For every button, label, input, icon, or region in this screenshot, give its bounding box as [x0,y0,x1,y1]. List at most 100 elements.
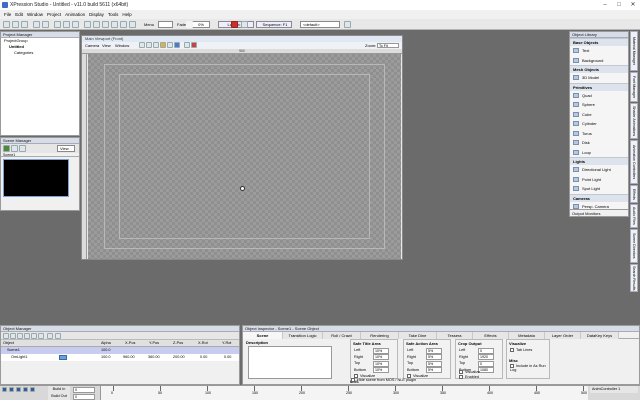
omni-light-icon[interactable] [240,186,245,191]
viewport-tool-6-icon[interactable] [174,42,180,48]
build-in-input[interactable]: 0 [73,387,95,393]
field-spinner[interactable]: 5% [426,354,442,360]
library-item[interactable]: Quad [570,90,628,100]
field-spinner[interactable]: 5% [426,360,442,367]
field-spinner[interactable]: 1920 [478,354,494,360]
om-col-zpos[interactable]: Z-Pos [173,340,183,347]
output-monitors-header[interactable]: Output Monitors [569,209,629,217]
library-item[interactable]: Background [570,55,628,65]
forward-icon[interactable] [16,387,21,392]
library-item[interactable]: Cube [570,109,628,119]
library-item[interactable]: Point Light [570,174,628,184]
field-spinner[interactable]: 10% [373,347,389,354]
maximize-icon[interactable]: □ [612,0,626,10]
play-icon[interactable] [2,387,7,392]
tree-item-categories[interactable]: Categories [4,50,79,56]
stop-icon[interactable] [241,21,248,28]
inspector-tab[interactable]: Effects [473,332,509,339]
om-col-ypos[interactable]: Y-Pos [149,340,159,347]
side-tab[interactable]: Font Manager [630,72,638,102]
library-item[interactable]: Spot Light [570,184,628,194]
inspector-tab[interactable]: Tessera [437,332,473,339]
minimize-icon[interactable]: – [598,0,612,10]
viewport-tool-4-icon[interactable] [160,42,166,48]
om-tool-2-icon[interactable] [10,333,16,339]
side-tab[interactable]: Animation Controllers [630,140,638,184]
inspector-tab[interactable]: Layer Order [545,332,581,339]
field-spinner[interactable]: 10% [373,367,389,373]
preset-icon[interactable] [344,21,351,28]
menu-item[interactable]: Window [27,12,43,17]
table-row[interactable]: Scene1 100.0 [1,347,239,354]
side-tab[interactable]: Shader Animations [630,103,638,139]
viewport-menu-view[interactable]: View [102,42,111,49]
field-spinner[interactable]: 5% [426,367,442,373]
inspector-tab[interactable]: DataKey Keys [581,332,619,339]
menu-item[interactable]: Display [89,12,104,17]
viewport-menu-camera[interactable]: Camera [85,42,99,49]
end-icon[interactable] [23,387,28,392]
scene-thumbnail[interactable] [3,159,69,197]
build-out-input[interactable]: 0 [73,394,95,400]
table-row[interactable]: OmLight1 100.0 960.00 360.00 200.00 0.00… [1,354,239,361]
field-spinner[interactable]: 5% [426,347,442,354]
view-select[interactable]: View [57,145,75,152]
build-out-tab[interactable]: Build Out [48,393,70,400]
mos-hide-row[interactable]: Hide scene from MOS / NLE plugin [351,377,416,383]
side-tab[interactable]: Scene Directors [630,229,638,263]
inspector-tab[interactable]: Rendering [361,332,399,339]
add-scene-icon[interactable] [3,145,10,152]
library-item[interactable]: Loop [570,147,628,157]
om-col-object[interactable]: Object [3,340,14,347]
field-spinner[interactable]: 10% [373,354,389,360]
library-item[interactable]: Directional Light [570,165,628,175]
field-spinner[interactable]: 10% [373,360,389,367]
om-col-yrot[interactable]: Y-Rot [222,340,231,347]
menu-item[interactable]: Edit [15,12,23,17]
om-tool-6-icon[interactable] [38,333,44,339]
build-in-tab[interactable]: Build In [48,386,70,393]
field-spinner[interactable]: 0 [478,347,494,354]
rewind-icon[interactable] [9,387,14,392]
om-col-xrot[interactable]: X-Rot [198,340,208,347]
record-icon[interactable] [231,21,238,28]
include-as-run[interactable]: Include in As Run Log [510,364,548,372]
om-tool-4-icon[interactable] [24,333,30,339]
checkbox-icon[interactable] [510,348,514,352]
field-spinner[interactable]: 0 [478,360,494,367]
timeline-ruler[interactable]: 0 50 100 150 200 250 300 350 400 450 500 [100,386,588,400]
library-item[interactable]: Cylinder [570,119,628,129]
description-textarea[interactable] [248,346,332,379]
default-select[interactable]: <default> [300,21,340,28]
library-category[interactable]: Mesh Objects [570,65,628,73]
library-item[interactable]: 3D Model [570,73,628,83]
inspector-tab[interactable]: Metadata [509,332,545,339]
scene-name[interactable]: Scene1 [1,153,79,157]
library-category[interactable]: Base Objects [570,38,628,46]
checkbox-icon[interactable] [351,378,355,382]
zoom-select[interactable]: To Fit [377,43,399,48]
close-icon[interactable]: ✕ [626,0,640,10]
side-tab[interactable]: Search Results [630,264,638,292]
library-item[interactable]: Text [570,46,628,56]
side-tab[interactable]: Material Manager [630,31,638,71]
om-col-alpha[interactable]: Alpha [101,340,111,347]
menu-item[interactable]: Project [47,12,61,17]
om-tool-3-icon[interactable] [17,333,23,339]
library-category[interactable]: Primitives [570,82,628,91]
library-item[interactable]: Sphere [570,100,628,110]
checkbox-icon[interactable] [459,375,463,379]
eye-icon[interactable] [59,355,67,360]
inspector-tab[interactable]: Transition Logic [283,332,323,339]
om-tool-1-icon[interactable] [3,333,9,339]
viewport-menu-window[interactable]: Window [115,42,129,49]
canvas[interactable] [88,54,401,259]
om-tool-5-icon[interactable] [31,333,37,339]
anim-controller-label[interactable]: AnimController 1 [590,386,638,393]
om-tool-8-icon[interactable] [55,333,61,339]
om-tool-7-icon[interactable] [47,333,53,339]
side-tab[interactable]: Audio Files [630,204,638,228]
viewport-tool-8-icon[interactable] [191,42,197,48]
loop-icon[interactable] [30,387,35,392]
viewport-tool-5-icon[interactable] [167,42,173,48]
